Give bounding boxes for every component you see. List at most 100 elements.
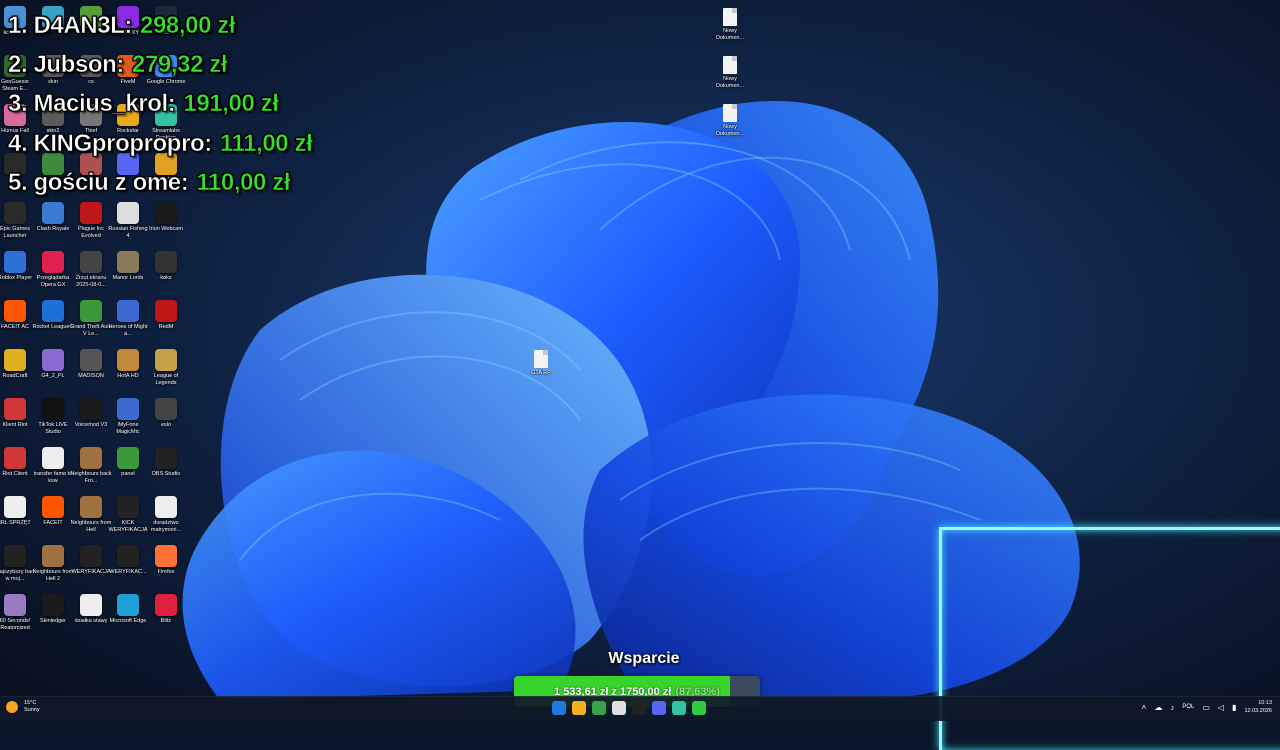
desktop-icon-label: działka stawy	[74, 618, 108, 624]
desktop-icon[interactable]: Manor Lords	[109, 251, 147, 299]
desktop-icon[interactable]: Grand Theft Auto V Le...	[70, 300, 112, 348]
desktop-icon[interactable]: Zrzut ekranu 2025-08-0...	[72, 251, 110, 299]
desktop-icon[interactable]: Heroes of Might a...	[109, 300, 147, 348]
desktop-icon-label: Zrzut ekranu 2025-08-0...	[75, 275, 107, 288]
weather-desc: Sunny	[24, 707, 40, 713]
desktop-icon-label: MADISON	[78, 373, 104, 379]
desktop-icon[interactable]: Firefox	[147, 545, 185, 593]
file-explorer-icon[interactable]	[572, 701, 586, 715]
microphone-icon[interactable]: ♪	[1170, 703, 1174, 712]
desktop-icon-label: TikTok LIVE Studio	[38, 422, 68, 435]
desktop-icon-document[interactable]: Nowy Dokumen...	[711, 8, 749, 56]
app-taskbar-icon[interactable]	[692, 701, 706, 715]
riot-icon	[4, 398, 26, 420]
desktop-icon-label: RedM	[158, 324, 174, 330]
desktop-icon[interactable]: transfer fame to ksw	[34, 447, 72, 495]
desktop-icon-label: Najszybszy ban w moj...	[0, 569, 35, 582]
desktop-icon-document[interactable]: Nowy Dokumen...	[711, 104, 749, 152]
desktop-icon-label: Russian Fishing 4	[108, 226, 148, 239]
desktop-icon[interactable]: WERYFIKACJA	[71, 545, 111, 593]
desktop-icon-label: RoadCraft	[2, 373, 28, 379]
desktop-icon[interactable]: FACEIT	[34, 496, 72, 544]
desktop-icon-document[interactable]: Nowy Dokumen...	[711, 56, 749, 104]
goal-title: Wsparcie	[608, 650, 680, 667]
desktop-icon[interactable]: Neighbours from Hell 2	[33, 545, 73, 593]
desktop-icon[interactable]: Neighbours back Fro...	[70, 447, 112, 495]
desktop-icon-label: Rocket League®	[32, 324, 74, 330]
desktop-icon[interactable]: Clash Royale	[34, 202, 72, 250]
desktop-icon[interactable]: Plague Inc Evolved	[72, 202, 110, 250]
desktop-icon[interactable]: doradztwo matrymoni...	[147, 496, 185, 544]
leaderboard-row: 5. gościu z ome: 110,00 zł	[8, 163, 312, 202]
desktop-icon-label: HotA HD	[117, 373, 139, 379]
start-icon[interactable]	[552, 701, 566, 715]
language-indicator[interactable]: POL	[1182, 704, 1194, 710]
desktop-icon[interactable]: HotA HD	[109, 349, 147, 397]
desktop-icon[interactable]: Blitz	[147, 594, 185, 642]
desktop-icon[interactable]: Riot Client	[0, 447, 34, 495]
desktop-icon-gta-rp[interactable]: GTA RP	[522, 350, 560, 398]
desktop-icon[interactable]: WERYFIKAC...	[109, 545, 147, 593]
clash-icon	[42, 202, 64, 224]
battery-icon[interactable]: ▮	[1232, 703, 1236, 712]
cloud-icon[interactable]: ☁	[1154, 703, 1162, 712]
desktop-icon-label: doradztwo matrymoni...	[150, 520, 182, 533]
discord-taskbar-icon[interactable]	[652, 701, 666, 715]
desktop-icon[interactable]: iMyFone MagicMic	[109, 398, 147, 446]
desktop-icon[interactable]: RedM	[147, 300, 185, 348]
monitor-icon[interactable]: ▭	[1202, 703, 1210, 712]
desktop-icon[interactable]: działka stawy	[72, 594, 110, 642]
tiktok-icon	[42, 398, 64, 420]
chrome-taskbar-icon[interactable]	[592, 701, 606, 715]
desktop-icon-label: 60 Seconds! Reatomized	[0, 618, 31, 631]
desktop-icon[interactable]: Iriun Webcam	[147, 202, 185, 250]
document-icon	[723, 56, 737, 74]
desktop-icon[interactable]: MADISON	[72, 349, 110, 397]
edge-icon	[117, 594, 139, 616]
notepad-taskbar-icon[interactable]	[612, 701, 626, 715]
desktop-icon[interactable]: panel	[109, 447, 147, 495]
desktop-icon[interactable]: League of Legends	[147, 349, 185, 397]
desktop-icon[interactable]: eslo	[147, 398, 185, 446]
opera-gx-icon	[42, 251, 64, 273]
desktop-icon-label: Firefox	[157, 569, 175, 575]
desktop-icon[interactable]: Klient Riot	[0, 398, 34, 446]
desktop-icon-label: OBS Studio	[151, 471, 181, 477]
desktop-icon[interactable]: Rocket League®	[32, 300, 74, 348]
firefox-icon	[155, 545, 177, 567]
desktop-icon[interactable]: KICK WERYFIKACJA	[108, 496, 148, 544]
desktop-icon[interactable]: Voicemod V3	[72, 398, 110, 446]
desktop-icon-label: Voicemod V3	[74, 422, 108, 428]
desktop-icon[interactable]: 60 Seconds! Reatomized	[0, 594, 34, 642]
volume-icon[interactable]: ◁	[1218, 703, 1224, 712]
desktop-icon-label: FACEIT	[43, 520, 63, 526]
desktop-icon[interactable]: Najszybszy ban w moj...	[0, 545, 34, 593]
desktop-icon[interactable]: Roblox Player	[0, 251, 34, 299]
desktop-icon-label: Clash Royale	[36, 226, 70, 232]
leaderboard-name: 5. gościu z ome:	[8, 168, 189, 197]
clock[interactable]: 10:13 12.03.2026	[1244, 699, 1272, 715]
desktop-icon[interactable]: G4_2_PL	[34, 349, 72, 397]
desktop-icon[interactable]: Epic Games Launcher	[0, 202, 34, 250]
desktop-icon[interactable]: Russian Fishing 4	[108, 202, 148, 250]
manor-icon	[117, 251, 139, 273]
folder-icon	[155, 251, 177, 273]
streamlabs-taskbar-icon[interactable]	[672, 701, 686, 715]
desktop-icon-label: Iriun Webcam	[149, 226, 183, 232]
redm-icon	[155, 300, 177, 322]
desktop-icon[interactable]: Przeglądarka Opera GX	[34, 251, 72, 299]
chevron-up-icon[interactable]: ˄	[1142, 703, 1147, 712]
weather-widget[interactable]: 15°C Sunny	[6, 700, 40, 714]
desktop-icon[interactable]: OBS Studio	[147, 447, 185, 495]
desktop-icon[interactable]: TikTok LIVE Studio	[34, 398, 72, 446]
desktop-icon[interactable]: Neighbours from Hell	[71, 496, 111, 544]
file-icon	[42, 349, 64, 371]
desktop-icon-label: eslo	[160, 422, 172, 428]
terminal-taskbar-icon[interactable]	[632, 701, 646, 715]
desktop-icon[interactable]: Skinledger	[34, 594, 72, 642]
desktop-icon[interactable]: IRL SPRZĘT	[0, 496, 34, 544]
desktop-icon[interactable]: Microsoft Edge	[109, 594, 147, 642]
desktop-icon[interactable]: RoadCraft	[0, 349, 34, 397]
desktop-icon[interactable]: koks	[147, 251, 185, 299]
desktop-icon[interactable]: FACEIT AC	[0, 300, 34, 348]
